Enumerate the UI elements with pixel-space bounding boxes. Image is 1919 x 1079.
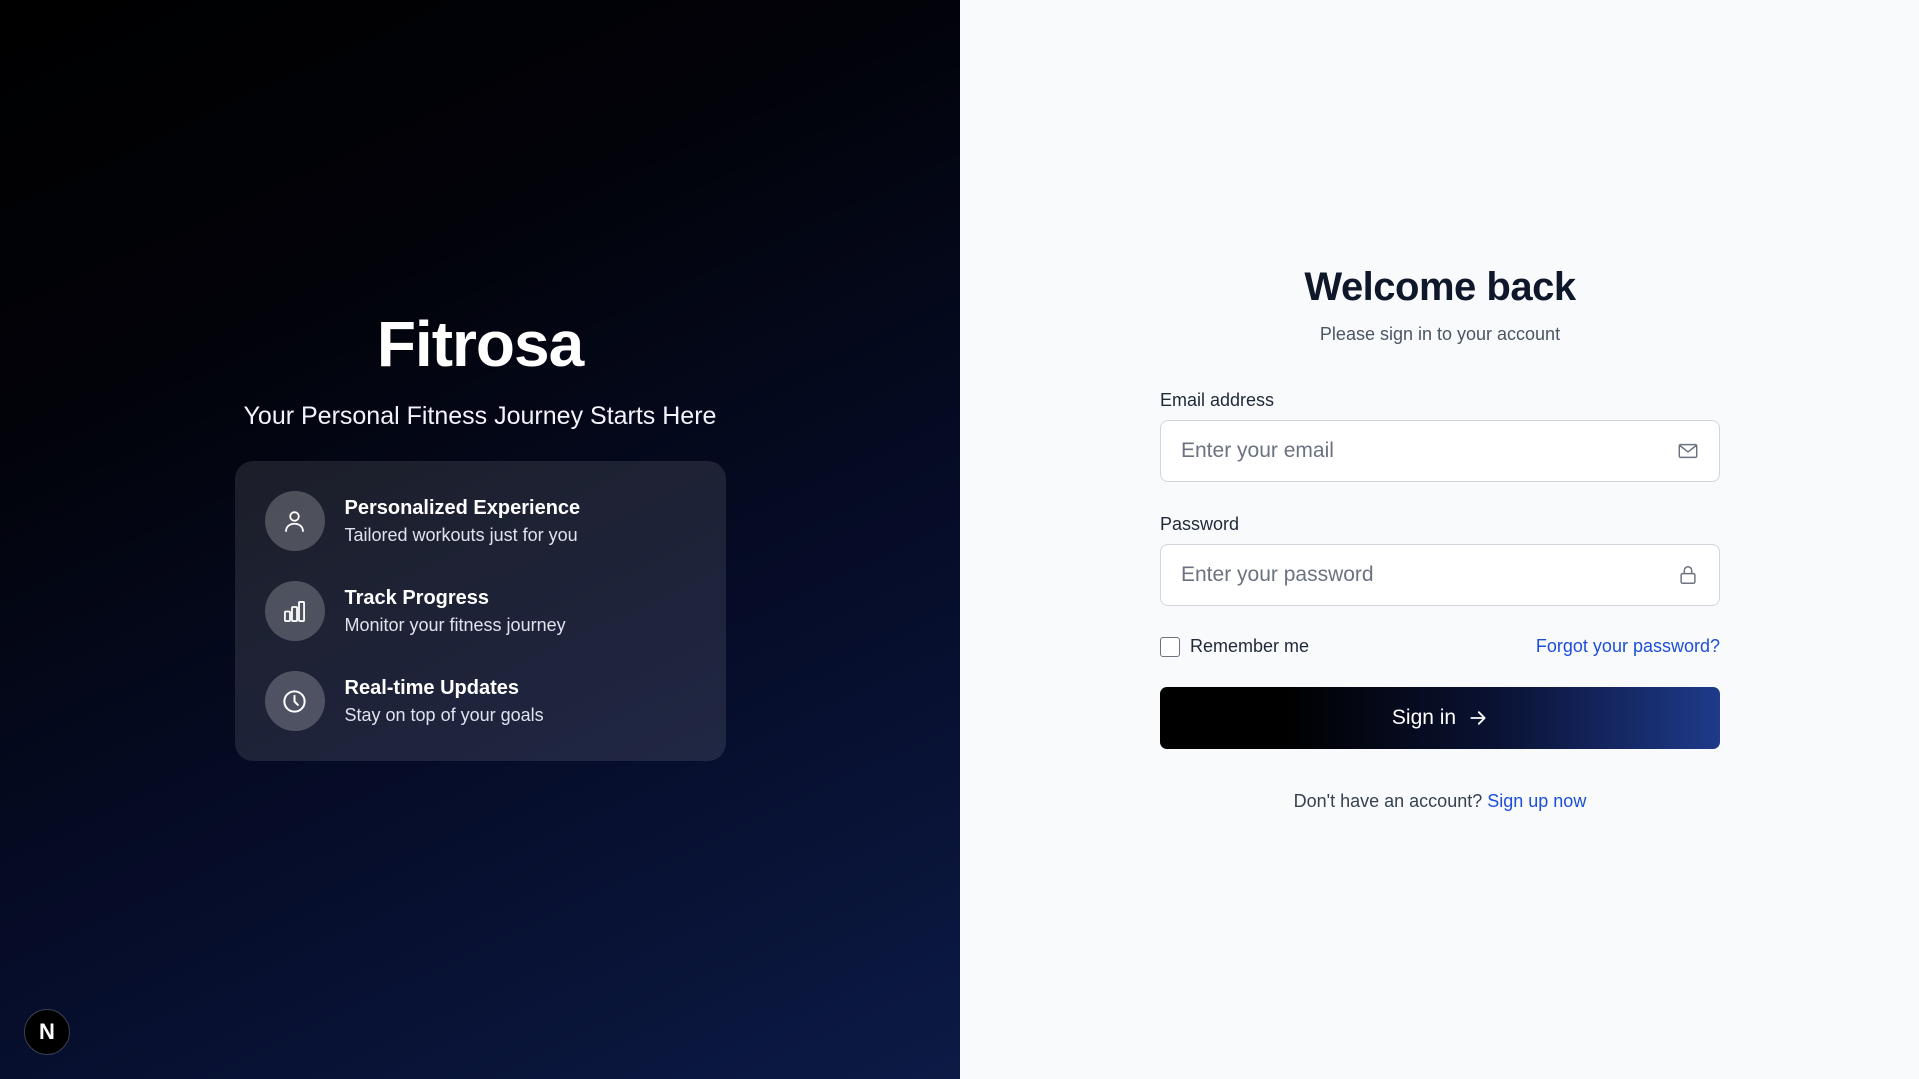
hero-content: Fitrosa Your Personal Fitness Journey St… <box>0 300 960 761</box>
feature-description: Monitor your fitness journey <box>344 614 566 635</box>
feature-description: Stay on top of your goals <box>344 704 544 725</box>
badge-letter: N <box>39 1019 55 1044</box>
nextjs-badge-button[interactable]: N <box>24 1009 70 1055</box>
signin-button-label: Sign in <box>1391 706 1457 729</box>
remember-me: Remember me <box>1160 636 1309 657</box>
feature-title: Real-time Updates <box>344 676 520 699</box>
forgot-password-link[interactable]: Forgot your password? <box>1536 636 1720 657</box>
feature-item: Personalized Experience Tailored workout… <box>264 491 696 551</box>
feature-description: Tailored workouts just for you <box>344 524 578 545</box>
clock-icon <box>264 671 325 731</box>
remember-me-checkbox[interactable] <box>1160 636 1180 657</box>
hero-panel: Fitrosa Your Personal Fitness Journey St… <box>0 0 960 1079</box>
features-card: Personalized Experience Tailored workout… <box>234 461 726 761</box>
remember-me-label[interactable]: Remember me <box>1190 636 1309 657</box>
form-options-row: Remember me Forgot your password? <box>1160 636 1720 657</box>
mail-icon <box>1675 438 1701 464</box>
email-input[interactable] <box>1161 421 1719 481</box>
signup-link[interactable]: Sign up now <box>1487 791 1586 811</box>
password-input[interactable] <box>1161 545 1719 605</box>
login-page: Fitrosa Your Personal Fitness Journey St… <box>0 0 1919 1079</box>
feature-item: Track Progress Monitor your fitness jour… <box>264 581 696 641</box>
bar-chart-icon <box>264 581 325 641</box>
brand-title: Fitrosa <box>376 308 584 380</box>
signin-button[interactable]: Sign in <box>1160 687 1720 749</box>
form-heading: Welcome back <box>1304 265 1576 309</box>
hero-tagline: Your Personal Fitness Journey Starts Her… <box>243 402 717 430</box>
signin-form: Welcome back Please sign in to your acco… <box>1160 265 1720 812</box>
signup-prompt-row: Don't have an account? Sign up now <box>1160 791 1720 812</box>
feature-text: Personalized Experience Tailored workout… <box>345 497 581 546</box>
feature-text: Track Progress Monitor your fitness jour… <box>345 587 566 636</box>
feature-item: Real-time Updates Stay on top of your go… <box>264 671 696 731</box>
feature-text: Real-time Updates Stay on top of your go… <box>345 677 544 726</box>
email-label: Email address <box>1160 390 1275 410</box>
form-subheading: Please sign in to your account <box>1319 324 1561 344</box>
email-input-wrapper <box>1160 420 1720 482</box>
password-label: Password <box>1160 514 1240 534</box>
signin-panel: Welcome back Please sign in to your acco… <box>960 0 1919 1079</box>
lock-icon <box>1675 562 1701 588</box>
feature-title: Track Progress <box>344 586 490 609</box>
user-icon <box>264 491 325 551</box>
signup-prompt: Don't have an account? <box>1293 791 1483 811</box>
password-input-wrapper <box>1160 544 1720 606</box>
arrow-right-icon <box>1470 711 1486 725</box>
feature-title: Personalized Experience <box>344 496 581 519</box>
